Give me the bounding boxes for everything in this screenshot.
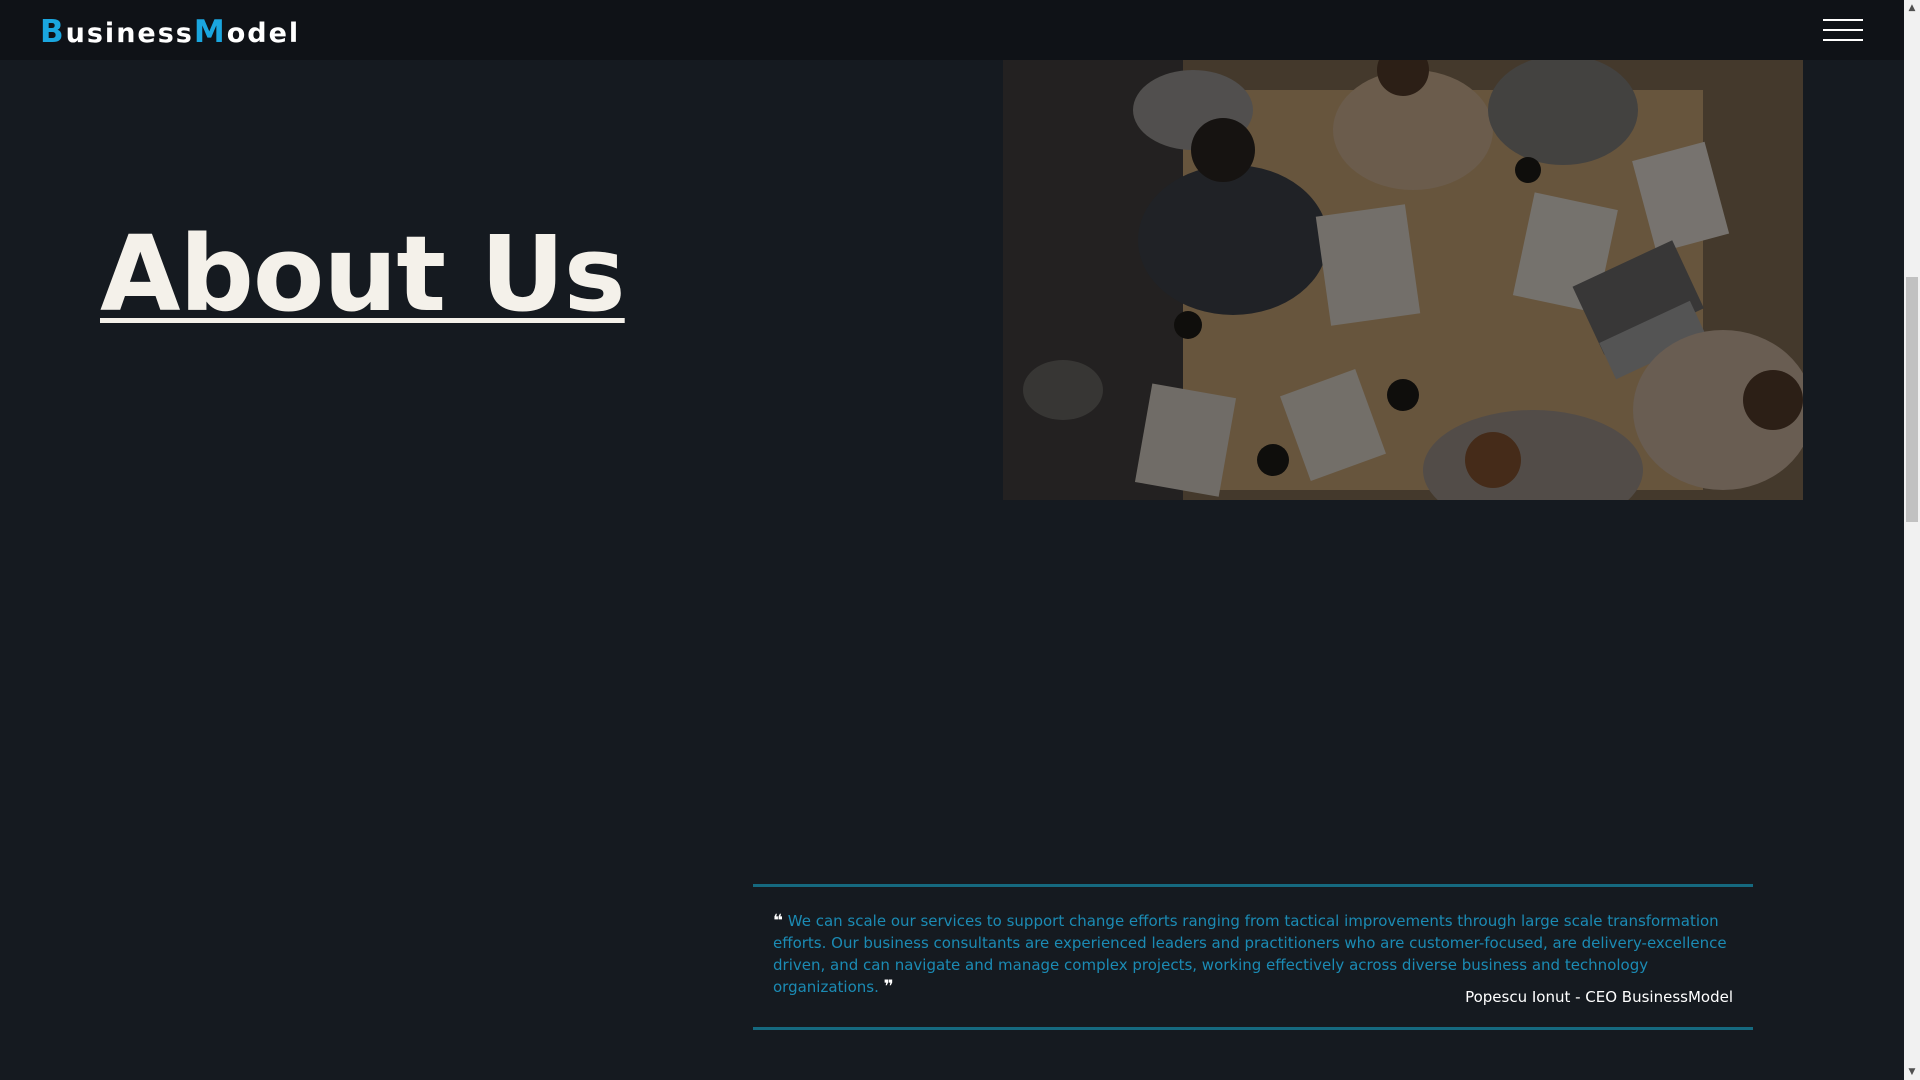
hamburger-menu-icon[interactable] xyxy=(1823,18,1863,42)
quote-text: ❝ We can scale our services to support c… xyxy=(773,910,1738,998)
quote-body: We can scale our services to support cha… xyxy=(773,912,1727,996)
scroll-thumb[interactable] xyxy=(1906,277,1918,522)
hamburger-bar xyxy=(1823,39,1863,41)
ceo-quote: ❝ We can scale our services to support c… xyxy=(753,884,1753,1030)
scroll-up-arrow-icon[interactable]: ▲ xyxy=(1904,0,1920,16)
quote-author: Popescu Ionut - CEO BusinessModel xyxy=(1465,988,1733,1006)
hamburger-bar xyxy=(1823,19,1863,21)
logo-text-usiness: usiness xyxy=(65,18,194,49)
hamburger-bar xyxy=(1823,29,1863,31)
team-meeting-photo xyxy=(1003,50,1803,500)
scroll-down-arrow-icon[interactable]: ▼ xyxy=(1904,1064,1920,1080)
navbar: BusinessModel xyxy=(0,0,1904,60)
page-title: About Us xyxy=(100,213,626,335)
logo-link[interactable]: BusinessModel xyxy=(40,14,300,50)
open-quote-icon: ❝ xyxy=(773,911,783,931)
logo-initial-b: B xyxy=(40,14,66,50)
close-quote-icon: ❞ xyxy=(883,977,894,997)
logo-initial-m: M xyxy=(193,14,227,50)
page-scrollbar[interactable]: ▲ ▼ xyxy=(1904,0,1920,1080)
logo-text-odel: odel xyxy=(226,18,301,49)
page: BusinessModel About Us ❝ We can scale ou… xyxy=(0,0,1904,1080)
